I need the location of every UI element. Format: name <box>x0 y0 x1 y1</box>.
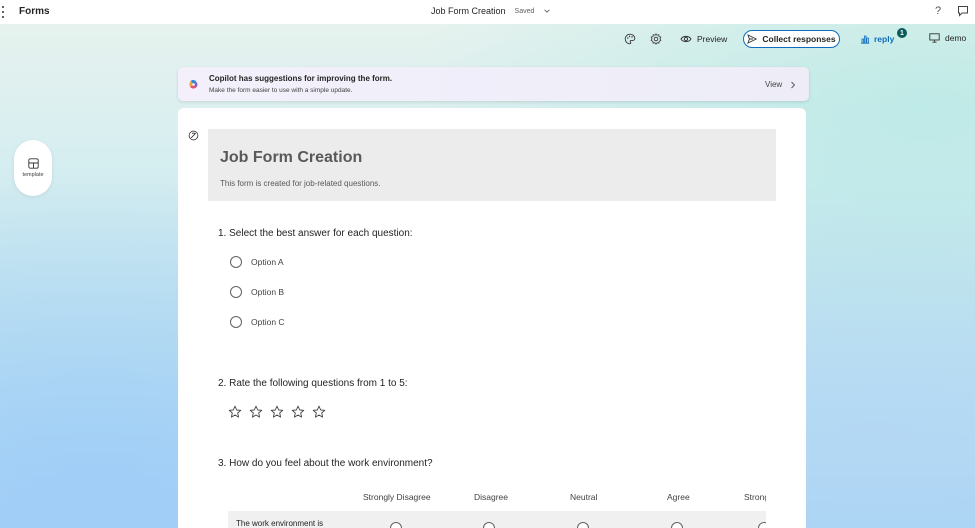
rating-stars[interactable] <box>228 405 326 419</box>
copilot-title: Copilot has suggestions for improving th… <box>209 74 393 83</box>
help-icon[interactable]: ? <box>935 5 941 17</box>
send-icon <box>747 34 758 44</box>
form-description[interactable]: This form is created for job-related que… <box>220 179 381 188</box>
theme-icon[interactable] <box>188 130 199 141</box>
template-label: template <box>22 172 44 178</box>
likert-column-strongly-disagree: Strongly Disagree <box>363 492 431 502</box>
likert-column-agree: Agree <box>667 492 690 502</box>
likert-radio-strongly-disagree[interactable] <box>390 522 402 528</box>
palette-icon[interactable] <box>624 33 636 45</box>
star-icon[interactable] <box>270 405 284 419</box>
save-status: Saved <box>514 7 535 15</box>
form-canvas: Job Form Creation This form is created f… <box>178 108 806 528</box>
demo-button[interactable]: demo <box>929 33 966 43</box>
question-2-title[interactable]: 2. Rate the following questions from 1 t… <box>218 378 408 389</box>
star-icon[interactable] <box>291 405 305 419</box>
copilot-view-label: View <box>765 80 783 89</box>
radio-button[interactable] <box>230 286 242 298</box>
collect-responses-button[interactable]: Collect responses <box>743 30 840 48</box>
preview-label: Preview <box>697 34 728 44</box>
likert-table: Strongly Disagree Disagree Neutral Agree… <box>228 488 766 528</box>
template-icon <box>27 158 39 169</box>
chart-icon <box>861 35 870 44</box>
feedback-icon[interactable] <box>957 5 969 17</box>
radio-button[interactable] <box>230 316 242 328</box>
chevron-right-icon <box>791 81 796 88</box>
likert-column-disagree: Disagree <box>474 492 509 502</box>
star-icon[interactable] <box>312 405 326 419</box>
radio-button[interactable] <box>230 256 242 268</box>
app-name: Forms <box>19 6 50 17</box>
question-3-title[interactable]: 3. How do you feel about the work enviro… <box>218 458 433 469</box>
question-1-title[interactable]: 1. Select the best answer for each quest… <box>218 228 413 239</box>
option-label: Option A <box>251 257 284 267</box>
copilot-subtitle: Make the form easier to use with a simpl… <box>209 87 353 94</box>
preview-button[interactable]: Preview <box>680 34 727 44</box>
document-title: Job Form Creation <box>431 6 506 16</box>
form-header[interactable]: Job Form Creation This form is created f… <box>208 129 776 201</box>
copilot-icon <box>189 80 198 89</box>
likert-row: The work environment is <box>228 511 766 528</box>
option-b[interactable]: Option B <box>230 286 284 298</box>
likert-radio-disagree[interactable] <box>483 522 495 528</box>
copilot-suggestion-banner: Copilot has suggestions for improving th… <box>178 67 809 101</box>
likert-radio-agree[interactable] <box>671 522 683 528</box>
likert-statement: The work environment is <box>236 519 324 528</box>
gear-icon[interactable] <box>650 33 662 45</box>
option-c[interactable]: Option C <box>230 316 285 328</box>
collect-responses-label: Collect responses <box>762 34 836 44</box>
demo-label: demo <box>945 33 967 43</box>
option-label: Option B <box>251 287 285 297</box>
more-options-icon[interactable] <box>0 4 6 20</box>
copilot-view-button[interactable]: View <box>765 80 796 89</box>
form-title[interactable]: Job Form Creation <box>220 149 362 167</box>
chevron-down-icon[interactable] <box>543 7 551 15</box>
title-bar: Forms Job Form Creation Saved ? <box>0 0 975 24</box>
option-a[interactable]: Option A <box>230 256 284 268</box>
document-title-area[interactable]: Job Form Creation Saved <box>431 6 551 16</box>
star-icon[interactable] <box>249 405 263 419</box>
likert-column-neutral: Neutral <box>570 492 598 502</box>
reply-label: reply <box>874 34 895 44</box>
reply-button[interactable]: reply <box>860 34 894 44</box>
likert-column-strongly-agree: Strongly Agree <box>744 492 766 502</box>
option-label: Option C <box>251 317 285 327</box>
monitor-icon <box>929 33 940 43</box>
reply-count-badge: 1 <box>897 28 907 38</box>
star-icon[interactable] <box>228 405 242 419</box>
likert-radio-neutral[interactable] <box>577 522 589 528</box>
eye-icon <box>680 35 692 43</box>
likert-radio-strongly-agree[interactable] <box>758 522 766 528</box>
template-button[interactable]: template <box>14 140 52 196</box>
